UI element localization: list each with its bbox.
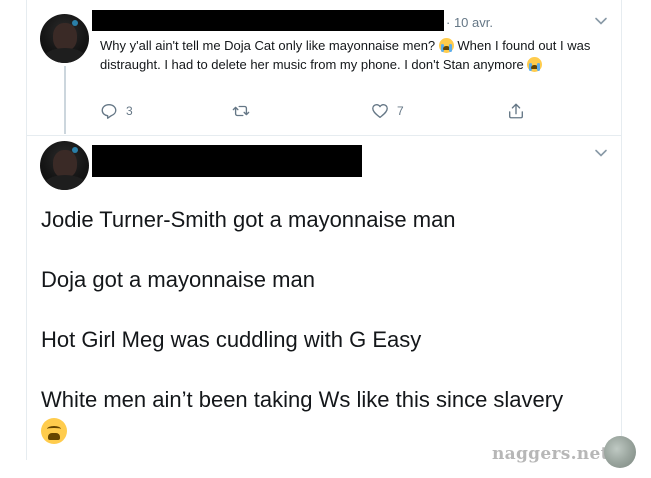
avatar-face: [53, 150, 77, 178]
like-button[interactable]: 7: [371, 102, 404, 120]
tweet-line: White men ain’t been taking Ws like this…: [41, 387, 564, 412]
tweet-date[interactable]: · 10 avr.: [446, 15, 493, 30]
watermark-text: naggers.net: [492, 444, 609, 464]
avatar-accent: [72, 20, 78, 26]
tweet-line: Jodie Turner-Smith got a mayonnaise man: [41, 207, 456, 232]
tweet-divider: [27, 135, 621, 136]
like-count: 7: [397, 104, 404, 118]
avatar[interactable]: [40, 14, 89, 63]
loudly-crying-face-icon: [527, 57, 543, 72]
share-icon: [509, 103, 523, 119]
chevron-down-icon[interactable]: [594, 146, 608, 160]
reply-icon: [101, 104, 117, 119]
chevron-down-icon[interactable]: [594, 14, 608, 28]
share-button[interactable]: [507, 102, 525, 120]
avatar[interactable]: [40, 141, 89, 190]
tweet-line: Doja got a mayonnaise man: [41, 267, 315, 292]
tweet-text-part1: Why y'all ain't tell me Doja Cat only li…: [100, 38, 439, 53]
avatar-shirt: [44, 175, 86, 190]
tweet-line: Hot Girl Meg was cuddling with G Easy: [41, 327, 422, 352]
heart-icon: [372, 104, 388, 118]
retweet-icon: [232, 105, 250, 117]
loudly-crying-face-icon: [438, 38, 454, 53]
weary-face-icon: [41, 418, 67, 445]
tweet-text: Why y'all ain't tell me Doja Cat only li…: [100, 36, 605, 74]
retweet-button[interactable]: [232, 102, 258, 120]
avatar-accent: [72, 147, 78, 153]
reply-count: 3: [126, 104, 133, 118]
redacted-username-bar: [92, 145, 362, 177]
avatar-shirt: [44, 48, 86, 63]
reply-button[interactable]: 3: [100, 102, 133, 120]
watermark-logo-icon: [604, 436, 636, 468]
avatar-face: [53, 23, 77, 51]
tweet-body: Jodie Turner-Smith got a mayonnaise man …: [41, 205, 621, 445]
tweet-actions: 3 7: [100, 102, 530, 122]
thread-line: [64, 66, 66, 134]
redacted-username-bar: [92, 10, 444, 31]
